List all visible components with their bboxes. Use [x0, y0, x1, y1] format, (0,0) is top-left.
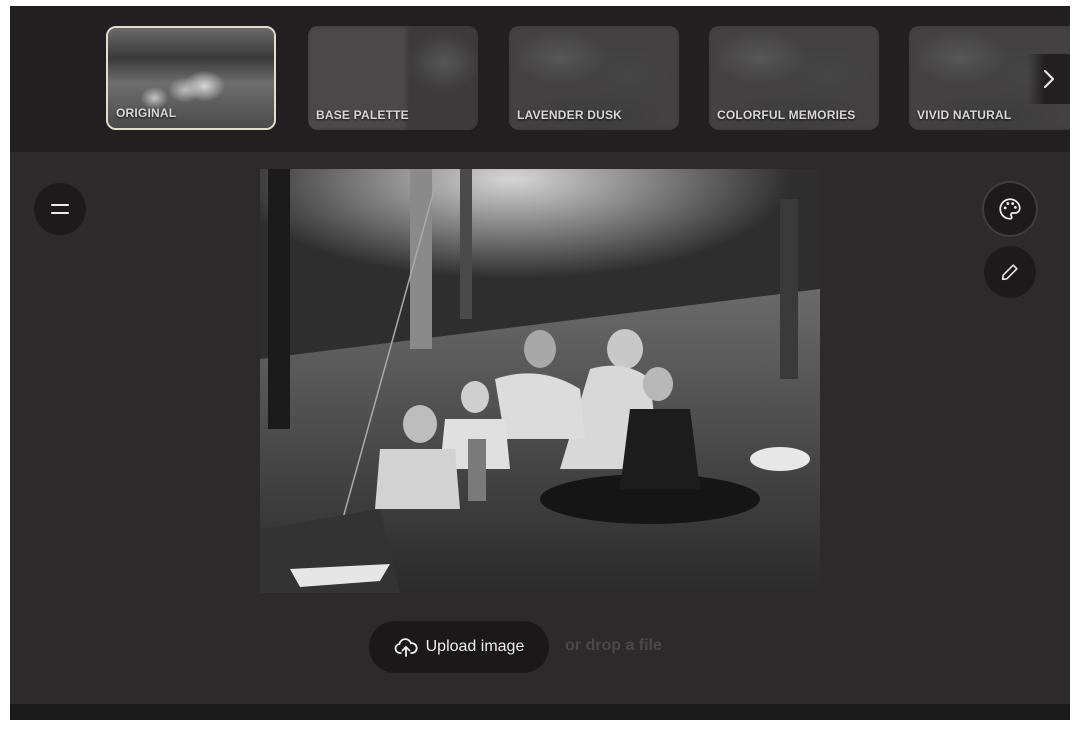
- filter-label: COLORFUL MEMORIES: [717, 108, 856, 122]
- pencil-icon: [1001, 264, 1018, 281]
- menu-button[interactable]: [34, 183, 86, 235]
- upload-button-label: Upload image: [425, 638, 525, 655]
- palette-button[interactable]: [984, 183, 1036, 235]
- upload-image-button[interactable]: Upload image: [369, 621, 549, 673]
- filter-thumb-colorful-memories[interactable]: COLORFUL MEMORIES: [709, 26, 879, 130]
- chevron-right-icon: [1043, 69, 1055, 89]
- filter-label: BASE PALETTE: [316, 108, 409, 122]
- filter-thumb-original[interactable]: ORIGINAL: [106, 26, 276, 130]
- filter-label: ORIGINAL: [116, 106, 177, 120]
- next-filters-button[interactable]: [1028, 54, 1070, 104]
- filter-label: VIVID NATURAL: [917, 108, 1012, 122]
- photo-image: [260, 169, 820, 593]
- photo-preview: [260, 169, 820, 593]
- drop-file-hint: or drop a file: [565, 637, 662, 654]
- menu-icon: [51, 204, 69, 214]
- filter-thumb-lavender-dusk[interactable]: LAVENDER DUSK: [509, 26, 679, 130]
- filter-strip: ORIGINAL BASE PALETTE LAVENDER DUSK COLO…: [10, 6, 1070, 152]
- cloud-upload-icon: [394, 638, 418, 657]
- app-window: ORIGINAL BASE PALETTE LAVENDER DUSK COLO…: [10, 6, 1070, 720]
- bottom-bar: [10, 704, 1070, 720]
- edit-button[interactable]: [984, 246, 1036, 298]
- filter-thumb-base-palette[interactable]: BASE PALETTE: [308, 26, 478, 130]
- filter-label: LAVENDER DUSK: [517, 108, 623, 122]
- palette-icon: [999, 198, 1021, 220]
